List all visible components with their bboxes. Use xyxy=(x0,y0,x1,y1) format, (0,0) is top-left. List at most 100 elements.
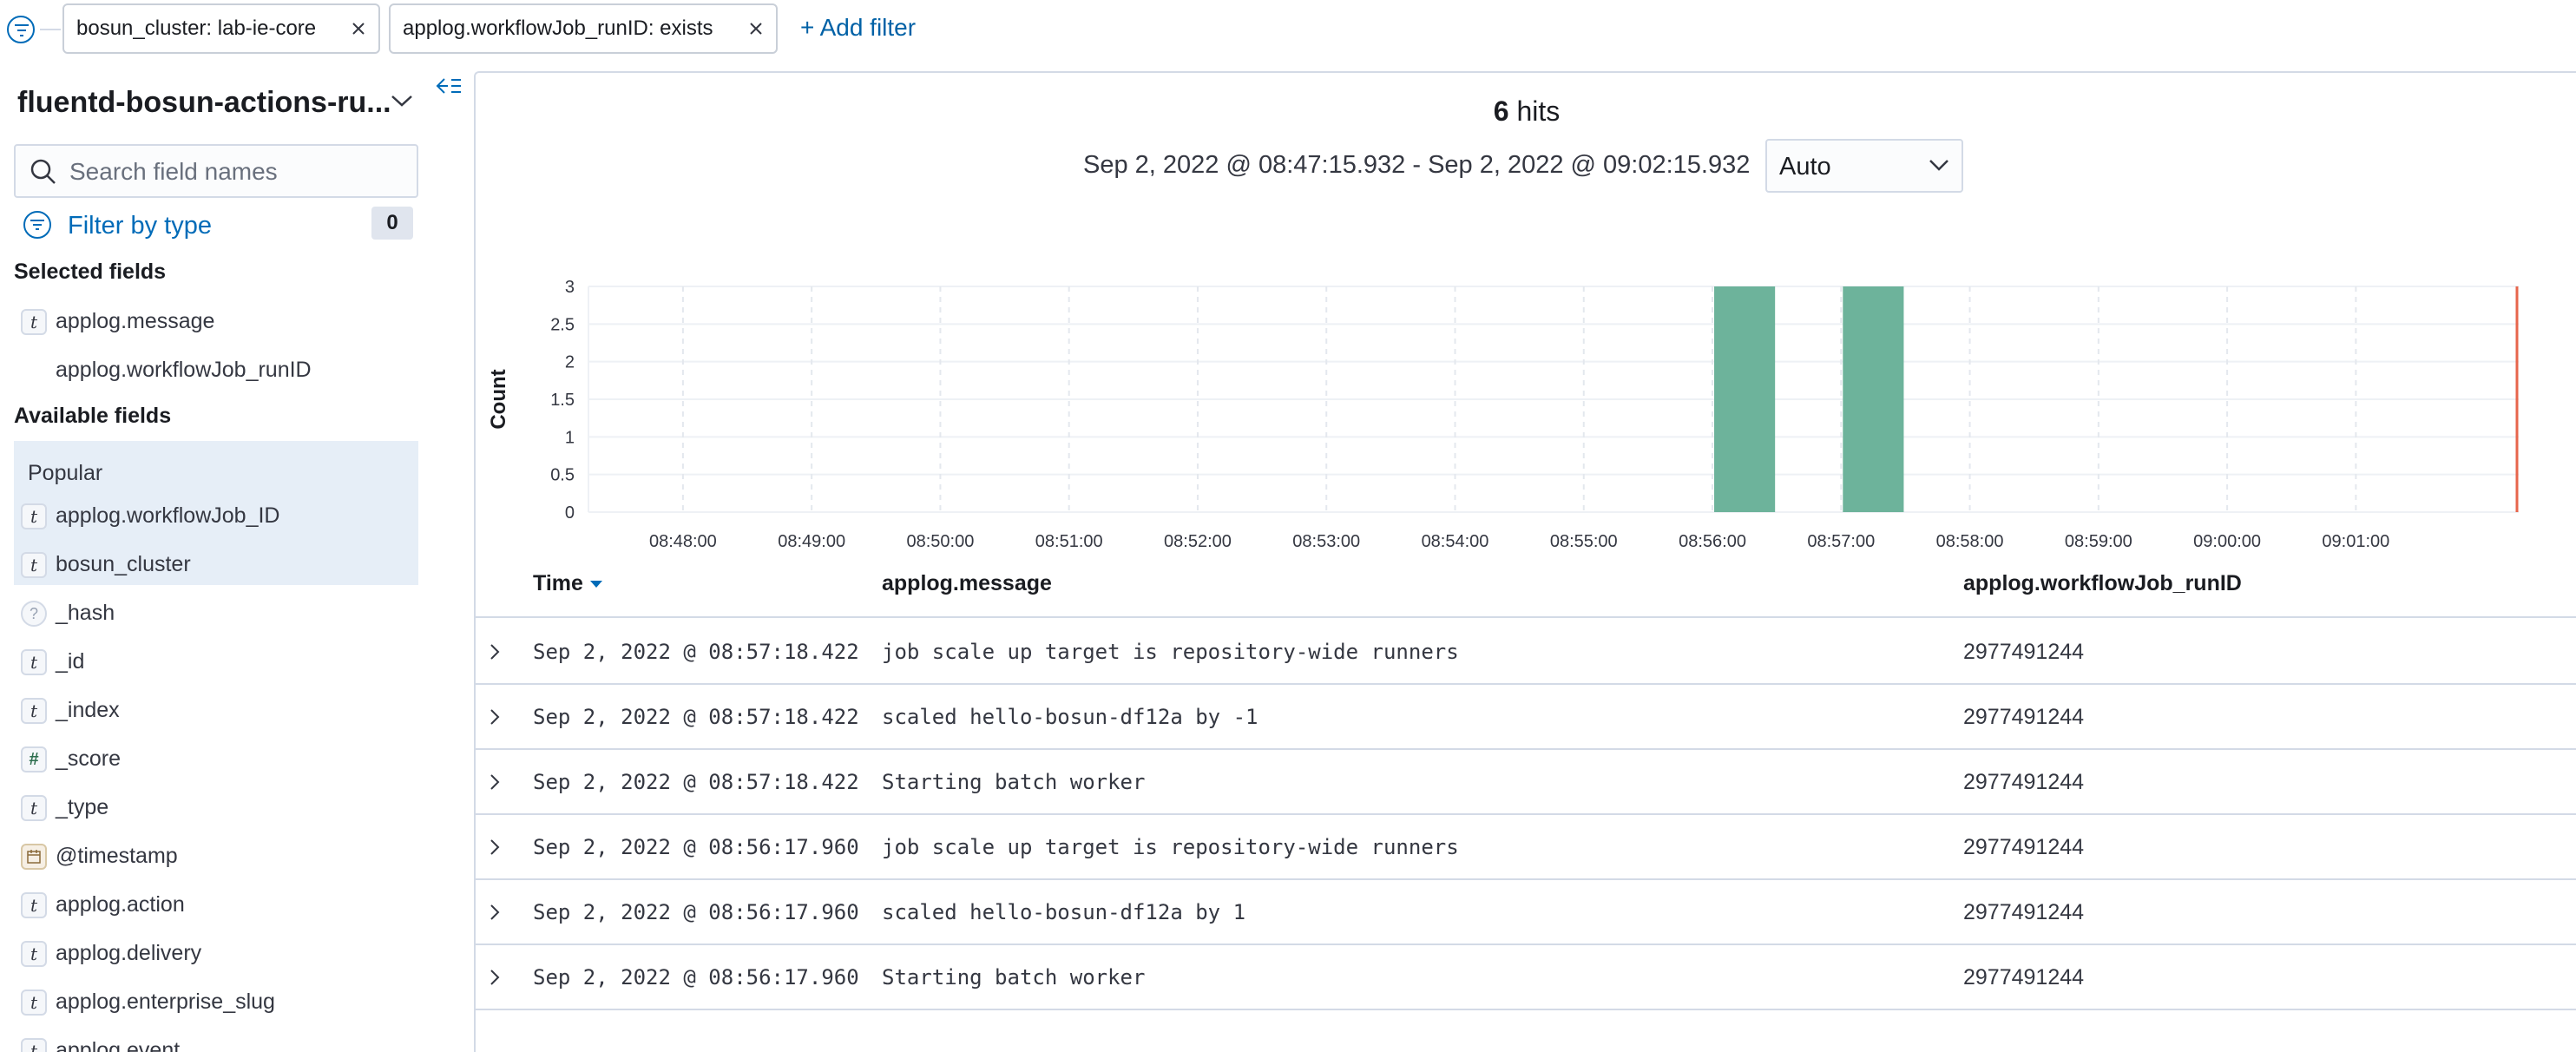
x-tick-label: 08:48:00 xyxy=(649,532,717,550)
interval-value: Auto xyxy=(1779,153,1831,181)
x-tick-label: 08:57:00 xyxy=(1807,532,1875,550)
chevron-right-icon[interactable] xyxy=(486,706,503,728)
cell-run-id: 2977491244 xyxy=(1963,640,2085,664)
field-item[interactable]: @timestamp xyxy=(14,832,418,880)
string-type-icon: t xyxy=(21,309,47,335)
cell-time: Sep 2, 2022 @ 08:57:18.422 xyxy=(533,705,859,729)
string-type-icon: t xyxy=(21,990,47,1016)
collapse-sidebar-icon[interactable] xyxy=(436,76,462,95)
cell-run-id: 2977491244 xyxy=(1963,705,2085,729)
index-pattern-title[interactable]: fluentd-bosun-actions-ru... xyxy=(17,83,391,122)
field-name: applog.event xyxy=(56,1038,181,1052)
histogram-chart[interactable]: 0 0.5 1 1.5 2 2.5 3 08:48:00 08:49:00 08:50:00 08:… xyxy=(476,203,2576,550)
close-icon[interactable] xyxy=(748,21,764,36)
filter-menu-icon[interactable] xyxy=(7,16,35,43)
number-type-icon: # xyxy=(21,746,47,773)
histogram-bar xyxy=(1843,286,1904,512)
field-name: applog.enterprise_slug xyxy=(56,990,275,1014)
field-name: _index xyxy=(56,698,120,722)
cell-run-id: 2977491244 xyxy=(1963,835,2085,859)
x-tick-label: 08:55:00 xyxy=(1550,532,1618,550)
field-item[interactable]: t applog.enterprise_slug xyxy=(14,977,418,1026)
field-name: applog.action xyxy=(56,892,185,917)
field-name: @timestamp xyxy=(56,844,178,868)
field-item[interactable]: ? _hash xyxy=(14,588,418,637)
column-label: Time xyxy=(533,571,583,595)
search-icon xyxy=(30,159,56,184)
x-tick-label: 08:54:00 xyxy=(1422,532,1489,550)
y-tick-label: 3 xyxy=(565,278,575,297)
x-tick-label: 09:00:00 xyxy=(2193,532,2261,550)
column-header-runid[interactable]: applog.workflowJob_runID xyxy=(1963,566,2242,601)
y-tick-label: 2.5 xyxy=(550,315,575,334)
string-type-icon: t xyxy=(21,552,47,578)
sort-desc-icon[interactable] xyxy=(589,581,602,588)
cell-message: scaled hello-bosun-df12a by 1 xyxy=(882,900,1246,924)
cell-run-id: 2977491244 xyxy=(1963,900,2085,924)
close-icon[interactable] xyxy=(351,21,366,36)
x-tick-label: 08:50:00 xyxy=(907,532,975,550)
table-row[interactable]: Sep 2, 2022 @ 08:56:17.960 Starting batch… xyxy=(476,945,2576,1010)
column-header-message[interactable]: applog.message xyxy=(882,566,1052,601)
field-name: _id xyxy=(56,649,85,674)
y-tick-label: 0.5 xyxy=(550,466,575,485)
field-name: applog.workflowJob_runID xyxy=(56,358,312,382)
search-placeholder: Search field names xyxy=(69,158,278,185)
x-tick-label: 08:51:00 xyxy=(1035,532,1103,550)
table-row[interactable]: Sep 2, 2022 @ 08:56:17.960 job scale up t… xyxy=(476,815,2576,880)
y-tick-label: 1 xyxy=(565,428,575,447)
filter-by-type-label: Filter by type xyxy=(68,212,212,240)
field-item[interactable]: t applog.event xyxy=(14,1026,418,1052)
cell-time: Sep 2, 2022 @ 08:56:17.960 xyxy=(533,900,859,924)
table-row[interactable]: Sep 2, 2022 @ 08:56:17.960 scaled hello-b… xyxy=(476,880,2576,945)
field-item[interactable]: t applog.delivery xyxy=(14,929,418,977)
field-name: applog.delivery xyxy=(56,941,202,965)
table-header: Time applog.message applog.workflowJob_r… xyxy=(476,549,2576,618)
popular-field-item[interactable]: t bosun_cluster xyxy=(14,540,418,588)
chevron-right-icon[interactable] xyxy=(486,901,503,924)
table-row[interactable]: Sep 2, 2022 @ 08:57:18.422 scaled hello-b… xyxy=(476,685,2576,750)
x-tick-label: 09:01:00 xyxy=(2322,532,2389,550)
popular-field-item[interactable]: t applog.workflowJob_ID xyxy=(14,491,418,540)
cell-time: Sep 2, 2022 @ 08:56:17.960 xyxy=(533,965,859,990)
x-tick-label: 08:58:00 xyxy=(1936,532,2004,550)
x-tick-label: 08:52:00 xyxy=(1164,532,1232,550)
filter-bar: bosun_cluster: lab-ie-core applog.workfl… xyxy=(0,0,2576,57)
chevron-right-icon[interactable] xyxy=(486,771,503,793)
filter-pill-runid[interactable]: applog.workflowJob_runID: exists xyxy=(389,3,778,54)
x-tick-label: 08:49:00 xyxy=(778,532,845,550)
cell-run-id: 2977491244 xyxy=(1963,770,2085,794)
hits-number: 6 xyxy=(1493,95,1509,127)
chevron-down-icon[interactable] xyxy=(391,94,413,108)
filter-pill-label: bosun_cluster: lab-ie-core xyxy=(76,16,317,40)
field-name: bosun_cluster xyxy=(56,552,191,576)
add-filter-button[interactable]: + Add filter xyxy=(800,10,916,45)
table-row[interactable]: Sep 2, 2022 @ 08:57:18.422 Starting batch… xyxy=(476,750,2576,815)
chevron-down-icon xyxy=(1929,160,1948,171)
filter-icon xyxy=(23,211,51,239)
selected-field-item[interactable]: t applog.message xyxy=(14,297,418,345)
available-fields-title: Available fields xyxy=(14,404,172,428)
field-item[interactable]: t _type xyxy=(14,783,418,832)
y-tick-label: 2 xyxy=(565,353,575,372)
field-item[interactable]: # _score xyxy=(14,734,418,783)
filter-count-badge: 0 xyxy=(371,207,413,240)
field-search-input[interactable]: Search field names xyxy=(14,144,418,198)
filter-pill-label: applog.workflowJob_runID: exists xyxy=(403,16,713,40)
field-item[interactable]: t _index xyxy=(14,686,418,734)
field-item[interactable]: t _id xyxy=(14,637,418,686)
chevron-right-icon[interactable] xyxy=(486,966,503,989)
string-type-icon: t xyxy=(21,649,47,675)
interval-select[interactable]: Auto xyxy=(1765,139,1963,193)
cell-message: job scale up target is repository-wide r… xyxy=(882,835,1459,859)
filter-pill-cluster[interactable]: bosun_cluster: lab-ie-core xyxy=(62,3,380,54)
selected-field-item[interactable]: applog.workflowJob_runID xyxy=(14,345,418,394)
time-range: Sep 2, 2022 @ 08:47:15.932 - Sep 2, 2022… xyxy=(1083,151,1751,179)
chevron-right-icon[interactable] xyxy=(486,641,503,663)
field-name: _hash xyxy=(56,601,115,625)
chevron-right-icon[interactable] xyxy=(486,836,503,858)
field-item[interactable]: t applog.action xyxy=(14,880,418,929)
column-header-time[interactable]: Time xyxy=(533,566,602,601)
table-row[interactable]: Sep 2, 2022 @ 08:57:18.422 job scale up t… xyxy=(476,620,2576,685)
string-type-icon: t xyxy=(21,1038,47,1052)
